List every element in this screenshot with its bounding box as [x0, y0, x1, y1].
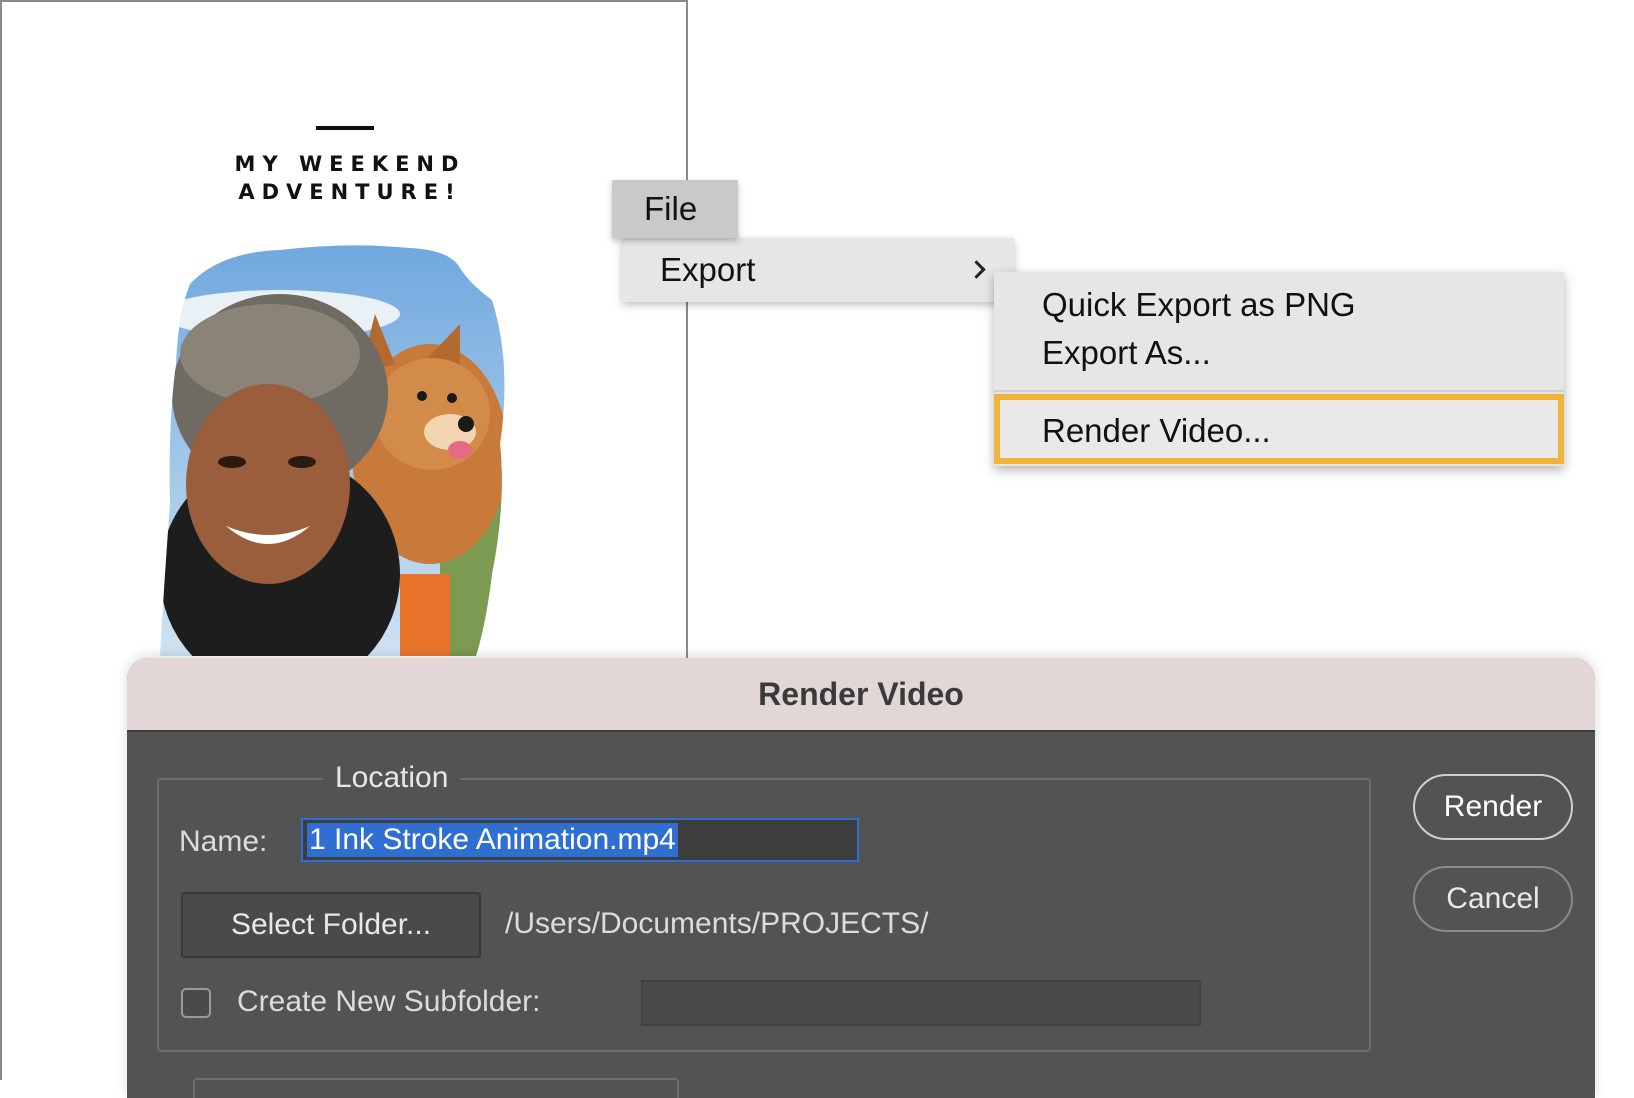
menu-divider: [994, 390, 1564, 392]
title-line-2: ADVENTURE!: [238, 180, 462, 204]
title-rule: [316, 126, 374, 130]
name-label: Name:: [179, 825, 268, 858]
name-input[interactable]: 1 Ink Stroke Animation.mp4: [301, 818, 859, 862]
document-title: MY WEEKEND ADVENTURE!: [180, 150, 520, 206]
location-legend: Location: [323, 758, 461, 798]
export-label: Export: [660, 251, 756, 288]
menu-item-export[interactable]: Export: [622, 238, 1014, 302]
format-group-edge: [193, 1078, 679, 1098]
subfolder-input[interactable]: [641, 980, 1201, 1026]
render-button[interactable]: Render: [1413, 774, 1573, 840]
name-input-value: 1 Ink Stroke Animation.mp4: [307, 823, 678, 857]
menu-item-quick-export-png[interactable]: Quick Export as PNG: [1042, 286, 1356, 324]
create-subfolder-checkbox[interactable]: [181, 988, 211, 1018]
render-video-dialog: Render Video Location Name: 1 Ink Stroke…: [127, 658, 1595, 1098]
title-line-1: MY WEEKEND: [234, 152, 466, 176]
photo-woman-and-dog: [160, 245, 505, 656]
canvas-edge: [0, 0, 2, 1080]
menu-item-render-video[interactable]: Render Video...: [994, 394, 1564, 464]
file-menu[interactable]: File: [612, 180, 738, 238]
create-subfolder-label: Create New Subfolder:: [237, 985, 541, 1018]
dialog-title: Render Video: [127, 658, 1595, 732]
render-video-label: Render Video...: [1042, 412, 1271, 449]
chevron-right-icon: [967, 260, 986, 279]
menu-item-export-as[interactable]: Export As...: [1042, 334, 1211, 372]
select-folder-button[interactable]: Select Folder...: [181, 892, 481, 958]
cancel-button[interactable]: Cancel: [1413, 866, 1573, 932]
export-submenu: Quick Export as PNG Export As... Render …: [994, 272, 1564, 466]
folder-path: /Users/Documents/PROJECTS/: [505, 907, 929, 940]
